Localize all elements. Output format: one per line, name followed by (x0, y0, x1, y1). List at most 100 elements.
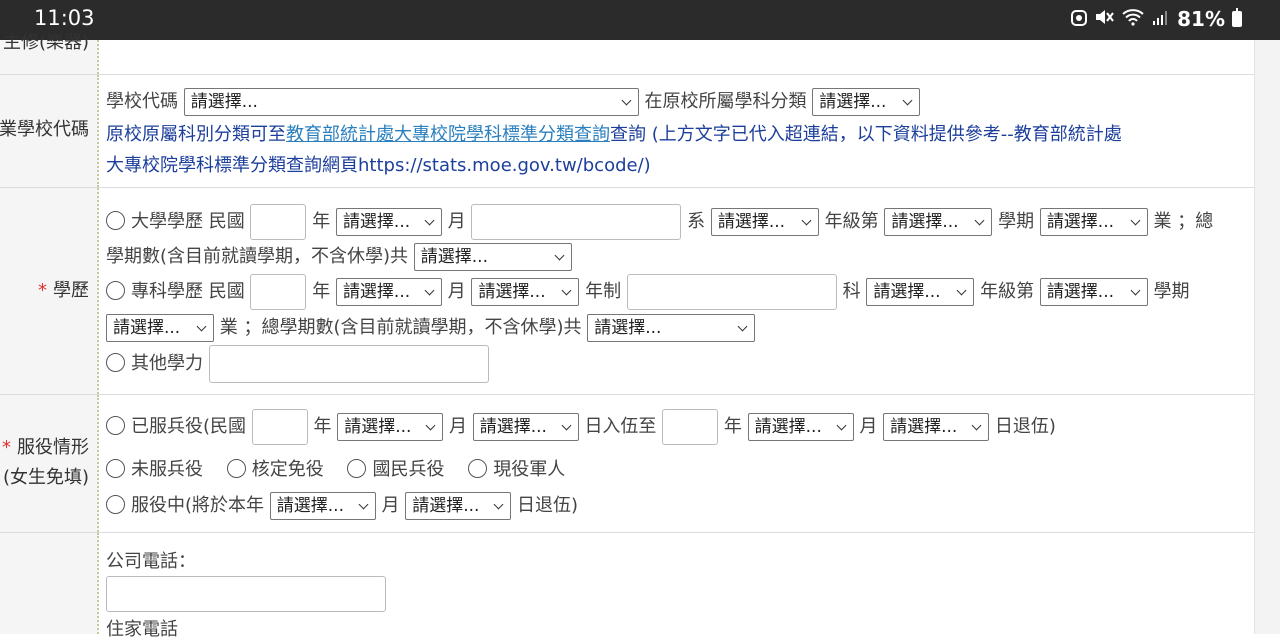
served-end-day-unit: 日退伍) (994, 416, 1056, 437)
college-radio[interactable] (106, 280, 125, 300)
served-radio[interactable] (106, 415, 125, 435)
label-cell (0, 533, 99, 634)
uni-grade-select[interactable]: 請選擇... (710, 208, 819, 236)
row-major: 主修(樂器) (0, 32, 1254, 75)
uni-semester-select[interactable]: 請選擇... (884, 208, 993, 236)
served-end-year-input[interactable] (662, 409, 719, 445)
option-exempt: 核定免役 (251, 459, 324, 480)
college-year-input[interactable] (250, 274, 307, 310)
company-phone-input[interactable] (106, 576, 386, 612)
option-active-duty: 現役軍人 (493, 459, 566, 480)
college-semester-unit: 學期 (1153, 281, 1190, 302)
option-national-service: 國民兵役 (372, 459, 445, 480)
uni-year-input[interactable] (250, 204, 307, 240)
uni-status-unit: 業 ；總 (1153, 211, 1214, 232)
college-system-select[interactable]: 請選擇... (471, 278, 580, 306)
status-time: 11:03 (34, 6, 95, 30)
uni-total-text: 學期數(含目前就讀學期，不含休學)共 (106, 246, 409, 267)
moe-classification-link[interactable]: 教育部統計處大專校院學科標準分類查詢 (286, 124, 610, 145)
college-status-select[interactable]: 請選擇... (106, 314, 214, 342)
other-input[interactable] (208, 345, 489, 383)
form-page: 主修(樂器) 業學校代碼 學校代碼 請選擇... 在原校所屬學科分類 請選擇..… (0, 32, 1254, 640)
dept-class-select[interactable]: 請選擇... (812, 88, 921, 116)
school-code-label: 業學校代碼 (0, 119, 89, 140)
option-not-served: 未服兵役 (131, 459, 203, 480)
label-cell: 主修(樂器) (0, 32, 99, 74)
uni-total-select[interactable]: 請選擇... (413, 243, 572, 271)
row-military: * 服役情形 (女生免填) 已服兵役(民國 年 請選擇... 月 請選擇... 日… (0, 395, 1254, 533)
served-end-month-unit: 月 (859, 416, 878, 437)
home-phone-label: 住家電話 (106, 619, 178, 640)
college-total-select[interactable]: 請選擇... (587, 314, 756, 342)
status-bar: 11:03 81% (0, 0, 1280, 40)
served-month-select[interactable]: 請選擇... (337, 413, 444, 441)
served-end-year-unit: 年 (723, 416, 742, 437)
label-cell: * 服役情形 (女生免填) (0, 395, 99, 532)
college-month-select[interactable]: 請選擇... (335, 278, 442, 306)
other-line: 其他學力 (106, 345, 489, 383)
uni-grade-unit: 年級第 (824, 211, 879, 232)
college-month-unit: 月 (447, 281, 466, 302)
company-phone-label: 公司電話： (106, 551, 196, 572)
uni-status-select[interactable]: 請選擇... (1039, 208, 1148, 236)
served-year-input[interactable] (251, 409, 308, 445)
active-duty-radio[interactable] (468, 458, 488, 478)
serving-label: 服役中(將於本年 (131, 495, 265, 516)
college-status-unit: 業 ；總學期數(含目前就讀學期，不含休學)共 (219, 317, 582, 338)
uni-radio[interactable] (106, 210, 125, 230)
mute-icon (1094, 8, 1114, 31)
college-dept-input[interactable] (626, 274, 837, 310)
required-mark: * (2, 437, 11, 458)
note-prefix: 原校原屬科別分類可至 (106, 124, 286, 145)
school-code-content: 學校代碼 請選擇... 在原校所屬學科分類 請選擇... 原校原屬科別分類可至教… (106, 87, 1246, 181)
college-label: 專科學歷 民國 (131, 281, 245, 302)
uni-dept-input[interactable] (471, 204, 682, 240)
note-line1-suffix: 查詢 (上方文字已代入超連結，以下資料提供參考--教育部統計處 (610, 124, 1122, 145)
college-semester-select[interactable]: 請選擇... (1039, 278, 1148, 306)
row-contact: 公司電話： 住家電話 (0, 533, 1254, 640)
serving-radio[interactable] (106, 494, 125, 514)
serving-day-unit: 日退伍) (516, 495, 578, 516)
required-mark: * (38, 280, 47, 301)
other-label: 其他學力 (131, 353, 203, 374)
served-line: 已服兵役(民國 年 請選擇... 月 請選擇... 日入伍至 年 請選擇... … (106, 409, 1056, 445)
school-code-text: 學校代碼 (106, 91, 178, 112)
served-label: 已服兵役(民國 (131, 416, 247, 437)
uni-month-select[interactable]: 請選擇... (335, 208, 442, 236)
serving-day-select[interactable]: 請選擇... (405, 492, 512, 520)
served-day-select[interactable]: 請選擇... (472, 413, 579, 441)
signal-icon (1152, 8, 1170, 31)
wifi-icon (1121, 8, 1145, 31)
education-label: * 學歷 (38, 280, 89, 301)
served-year-unit: 年 (313, 416, 332, 437)
not-served-radio[interactable] (106, 458, 125, 478)
service-options-line: 未服兵役 核定免役 國民兵役 現役軍人 (106, 455, 565, 481)
dept-class-text: 在原校所屬學科分類 (644, 91, 807, 112)
served-end-day-select[interactable]: 請選擇... (883, 413, 990, 441)
national-service-radio[interactable] (347, 458, 367, 478)
military-label: * 服役情形 (2, 437, 89, 458)
serving-month-unit: 月 (381, 495, 400, 516)
college-grade-unit: 年級第 (980, 281, 1035, 302)
other-radio[interactable] (106, 352, 125, 372)
note-line2: 大專校院學科標準分類查詢網頁https://stats.moe.gov.tw/b… (106, 155, 651, 176)
battery-icon (1232, 8, 1242, 27)
status-icons: 81% (1071, 7, 1242, 31)
school-code-select[interactable]: 請選擇... (183, 88, 639, 116)
college-system-unit: 年制 (585, 281, 622, 302)
served-end-month-select[interactable]: 請選擇... (747, 413, 854, 441)
exempt-radio[interactable] (226, 458, 246, 478)
college-line1: 專科學歷 民國 年 請選擇... 月 請選擇... 年制 科 請選擇... 年級… (106, 274, 1190, 310)
scrollbar[interactable] (1254, 40, 1280, 634)
serving-line: 服役中(將於本年 請選擇... 月 請選擇... 日退伍) (106, 491, 578, 520)
uni-line1: 大學學歷 民國 年 請選擇... 月 系 請選擇... 年級第 請選擇... 學… (106, 204, 1213, 240)
school-code-note: 原校原屬科別分類可至教育部統計處大專校院學科標準分類查詢查詢 (上方文字已代入超… (106, 119, 1246, 181)
college-grade-select[interactable]: 請選擇... (866, 278, 975, 306)
serving-month-select[interactable]: 請選擇... (269, 492, 376, 520)
row-school-code: 業學校代碼 學校代碼 請選擇... 在原校所屬學科分類 請選擇... 原校原屬科… (0, 75, 1254, 188)
major-label: 主修(樂器) (2, 32, 89, 53)
college-dept-unit: 科 (842, 281, 861, 302)
served-day-unit: 日入伍至 (584, 416, 657, 437)
served-month-unit: 月 (448, 416, 467, 437)
row-education: * 學歷 大學學歷 民國 年 請選擇... 月 系 請選擇... 年級第 請選擇.… (0, 188, 1254, 395)
